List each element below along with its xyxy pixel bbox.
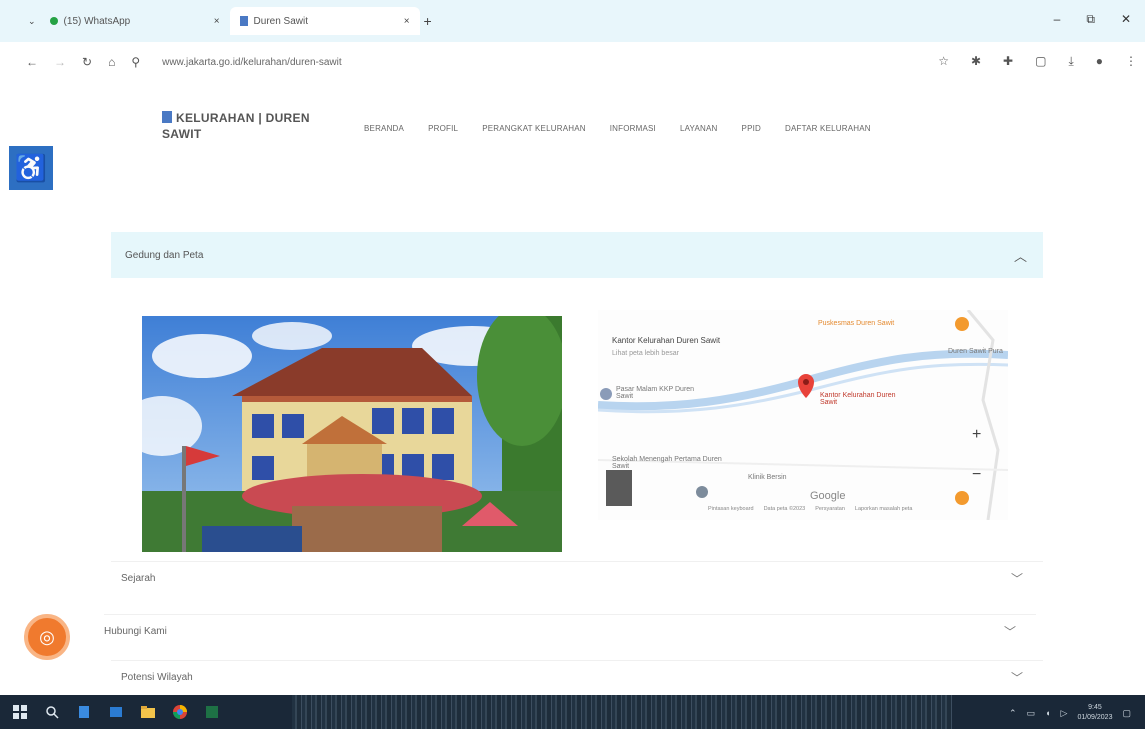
- close-tab-icon[interactable]: ×: [404, 16, 410, 27]
- map-larger-link[interactable]: Lihat peta lebih besar: [612, 350, 679, 357]
- close-window-button[interactable]: ✕: [1121, 12, 1131, 27]
- windows-start-icon[interactable]: [12, 704, 28, 720]
- taskbar-clock[interactable]: 9:45 01/09/2023: [1077, 703, 1112, 723]
- puzzle-icon[interactable]: ✚: [1003, 54, 1013, 69]
- map-poi-label: Puskesmas Duren Sawit: [818, 320, 895, 327]
- task-view-icon[interactable]: [76, 704, 92, 720]
- map-poi-label: Klinik Bersin: [748, 474, 787, 481]
- back-icon[interactable]: ←: [26, 55, 38, 69]
- accordion-row-hubungi-kami[interactable]: Hubungi Kami ﹀: [104, 614, 1036, 648]
- chat-icon: ◎: [39, 626, 55, 647]
- accordion-header-gedung-dan-peta[interactable]: Gedung dan Peta ︿: [111, 232, 1043, 278]
- tab-list-icon[interactable]: ⌄: [28, 16, 36, 27]
- whatsapp-icon: [49, 17, 58, 25]
- chevron-down-icon: ﹀: [1010, 671, 1023, 685]
- url-field[interactable]: www.jakarta.go.id/kelurahan/duren-sawit: [162, 57, 342, 68]
- map-marker-icon: [798, 374, 814, 398]
- address-bar: ← → ↻ ⌂ ⚲ www.jakarta.go.id/kelurahan/du…: [0, 42, 1145, 82]
- language-icon[interactable]: ▷: [1061, 708, 1068, 719]
- tray-overflow-icon[interactable]: ⌃: [1009, 708, 1017, 719]
- browser-tab-bar: ⌄ (15) WhatsApp × Duren Sawit × + – ⧉ ✕: [0, 0, 1145, 42]
- accordion-row-sejarah[interactable]: Sejarah ﹀: [111, 561, 1043, 595]
- qr-code-icon: [606, 470, 632, 506]
- main-nav: BERANDA PROFIL PERANGKAT KELURAHAN INFOR…: [364, 124, 871, 133]
- accessibility-button[interactable]: ♿: [9, 146, 53, 190]
- windows-taskbar: ⌃ ▭ ◖ ▷ 9:45 01/09/2023 ▢: [0, 695, 1145, 729]
- chevron-down-icon: ﹀: [1010, 572, 1023, 586]
- logo-mark-icon: [162, 111, 172, 123]
- window-controls: – ⧉ ✕: [1054, 12, 1131, 27]
- file-explorer-icon[interactable]: [140, 704, 156, 720]
- sidepanel-icon[interactable]: ▢: [1035, 54, 1046, 69]
- map-poi-label: Pasar Malam KKP Duren Sawit: [616, 386, 695, 400]
- logo-text: KELURAHAN | DUREN SAWIT: [162, 111, 310, 141]
- tab-duren-sawit[interactable]: Duren Sawit ×: [229, 7, 420, 35]
- clock-time: 9:45: [1088, 704, 1102, 711]
- nav-item-perangkat-kelurahan[interactable]: PERANGKAT KELURAHAN: [482, 124, 586, 133]
- chat-float-button[interactable]: ◎: [24, 614, 70, 660]
- chevron-down-icon: ﹀: [1003, 625, 1016, 639]
- map-marker-label: Kantor Kelurahan Duren Sawit: [820, 392, 896, 406]
- menu-icon[interactable]: ⋮: [1125, 54, 1137, 69]
- edge-icon[interactable]: [108, 704, 124, 720]
- zoom-out-button[interactable]: −: [972, 466, 981, 484]
- tab-label: Duren Sawit: [253, 15, 309, 27]
- wheelchair-icon: ♿: [14, 152, 48, 183]
- home-icon[interactable]: ⌂: [108, 55, 115, 69]
- maximize-button[interactable]: ⧉: [1086, 12, 1095, 27]
- map-footer-link: Data peta ©2023: [763, 506, 806, 512]
- chevron-up-icon: ︿: [1013, 248, 1027, 264]
- nav-item-profil[interactable]: PROFIL: [428, 124, 458, 133]
- reload-icon[interactable]: ↻: [82, 55, 92, 69]
- accordion-row-potensi-wilayah[interactable]: Potensi Wilayah ﹀: [111, 660, 1043, 694]
- tab-whatsapp[interactable]: (15) WhatsApp ×: [40, 7, 230, 35]
- site-header: KELURAHAN | DUREN SAWIT BERANDA PROFIL P…: [0, 82, 1145, 192]
- clock-date: 01/09/2023: [1077, 714, 1113, 721]
- map-poi-label: Duren Sawit Pura: [948, 348, 1003, 355]
- map-footer-link[interactable]: Pintasan keyboard: [708, 506, 754, 512]
- zoom-in-button[interactable]: +: [972, 426, 981, 444]
- google-logo: Google: [810, 490, 846, 502]
- notification-icon[interactable]: ▢: [1122, 708, 1131, 719]
- taskbar-background: [292, 695, 952, 729]
- nav-item-daftar-kelurahan[interactable]: DAFTAR KELURAHAN: [785, 124, 871, 133]
- chrome-icon[interactable]: [172, 704, 188, 720]
- map-poi-label: Sekolah Menengah Pertama Duren Sawit: [612, 456, 722, 470]
- bookmark-icon[interactable]: ☆: [938, 54, 949, 69]
- site-info-icon[interactable]: ⚲: [131, 55, 140, 69]
- volume-icon[interactable]: ◖: [1045, 708, 1050, 718]
- map-footer-link[interactable]: Persyaratan: [815, 506, 845, 512]
- close-tab-icon[interactable]: ×: [214, 16, 220, 27]
- profile-icon[interactable]: ●: [1096, 54, 1103, 69]
- google-map[interactable]: Kantor Kelurahan Duren Sawit Lihat peta …: [598, 310, 1008, 520]
- nav-item-informasi[interactable]: INFORMASI: [610, 124, 656, 133]
- map-place-title: Kantor Kelurahan Duren Sawit: [612, 336, 721, 345]
- tab-label: (15) WhatsApp: [63, 15, 131, 27]
- accordion-row-label: Hubungi Kami: [104, 626, 167, 637]
- site-logo[interactable]: KELURAHAN | DUREN SAWIT: [162, 110, 342, 142]
- search-icon[interactable]: [44, 704, 60, 720]
- map-footer: Pintasan keyboard Data peta ©2023 Persya…: [708, 506, 912, 512]
- map-footer-link[interactable]: Laporkan masalah peta: [855, 506, 912, 512]
- nav-item-layanan[interactable]: LAYANAN: [680, 124, 718, 133]
- network-icon[interactable]: ▭: [1027, 708, 1036, 719]
- accordion-title: Gedung dan Peta: [125, 249, 204, 261]
- nav-item-ppid[interactable]: PPID: [742, 124, 761, 133]
- excel-icon[interactable]: [204, 704, 220, 720]
- forward-icon[interactable]: →: [54, 55, 66, 69]
- download-icon[interactable]: ⤓: [1068, 54, 1073, 69]
- nav-item-beranda[interactable]: BERANDA: [364, 124, 404, 133]
- extension-icon[interactable]: ✱: [971, 54, 981, 69]
- site-favicon-icon: [239, 16, 248, 26]
- building-photo: [142, 316, 562, 552]
- new-tab-button[interactable]: +: [424, 13, 432, 29]
- accordion-row-label: Sejarah: [121, 573, 156, 584]
- minimize-button[interactable]: –: [1054, 12, 1061, 27]
- accordion-row-label: Potensi Wilayah: [121, 672, 193, 683]
- browser-toolbar: ☆ ✱ ✚ ▢ ⤓ ● ⋮: [938, 54, 1137, 69]
- system-tray: ⌃ ▭ ◖ ▷ 9:45 01/09/2023 ▢: [1009, 703, 1131, 723]
